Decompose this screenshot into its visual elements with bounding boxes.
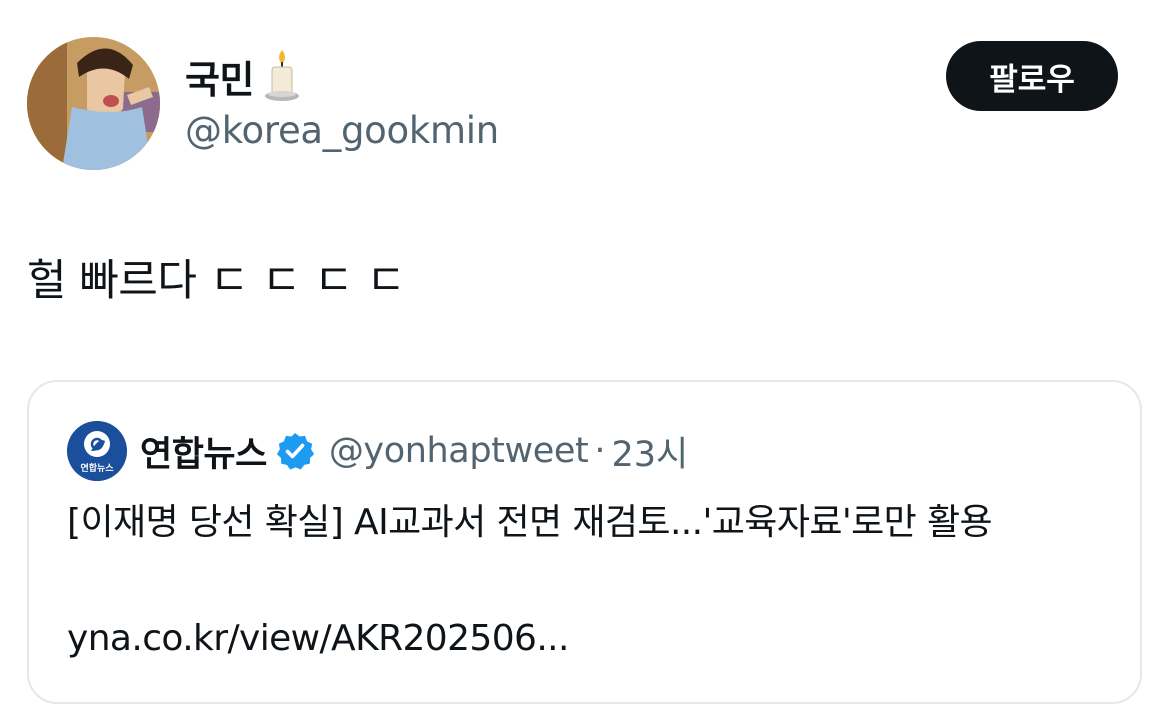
quoted-tweet-text: [이재명 당선 확실] AI교과서 전면 재검토...'교육자료'로만 활용: [67, 502, 993, 543]
candle-icon: [262, 48, 302, 104]
author-name-row: 국민: [185, 48, 302, 104]
author-avatar[interactable]: [27, 37, 160, 170]
quoted-author-name[interactable]: 연합뉴스: [140, 426, 267, 477]
quoted-tweet-card[interactable]: 연합뉴스 연합뉴스 @yonhaptweet · 23시 [이재명 당선 확실]…: [27, 380, 1142, 704]
tweet-text: 헐 빠르다 ㄷ ㄷ ㄷ ㄷ: [27, 256, 406, 306]
separator-dot: ·: [594, 431, 606, 471]
quoted-avatar-text: 연합뉴스: [80, 462, 114, 474]
author-display-name[interactable]: 국민: [185, 49, 254, 104]
quoted-tweet-time[interactable]: 23시: [611, 426, 688, 477]
quoted-author-avatar[interactable]: 연합뉴스: [67, 421, 127, 481]
quoted-tweet-header: 연합뉴스 연합뉴스 @yonhaptweet · 23시: [67, 420, 688, 482]
author-handle[interactable]: @korea_gookmin: [185, 109, 499, 152]
quoted-author-handle[interactable]: @yonhaptweet: [329, 431, 589, 471]
follow-button[interactable]: 팔로우: [946, 41, 1118, 111]
verified-badge-icon: [275, 431, 315, 471]
tweet-view: 국민 @korea_gookmin 팔로우 헐 빠르다 ㄷ ㄷ ㄷ ㄷ 연합뉴스…: [0, 0, 1170, 705]
quoted-tweet-link[interactable]: yna.co.kr/view/AKR202506...: [67, 618, 569, 659]
